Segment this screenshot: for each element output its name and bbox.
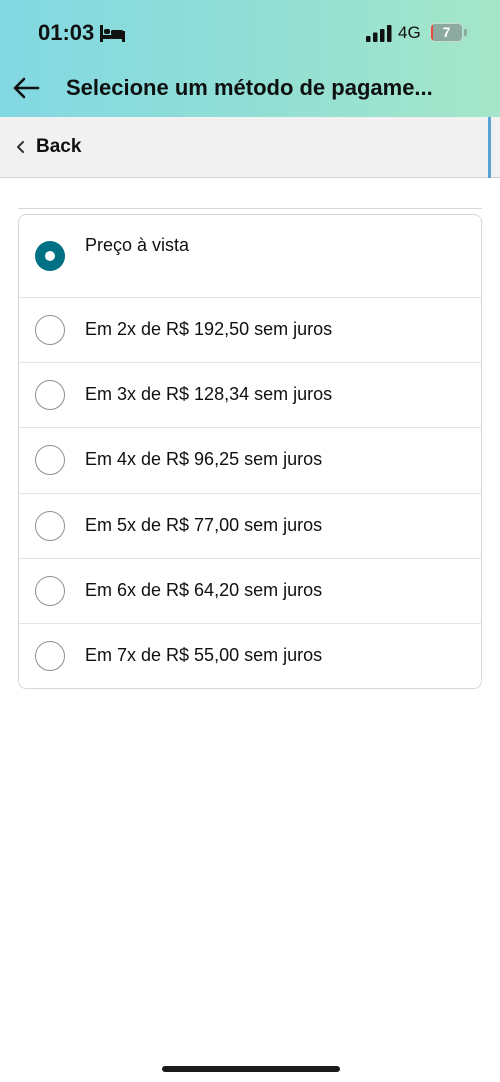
payment-option-6x[interactable]: Em 6x de R$ 64,20 sem juros <box>19 559 481 624</box>
network-type: 4G <box>398 23 421 42</box>
status-time: 01:03 <box>38 20 95 45</box>
bed-icon <box>100 25 125 42</box>
option-label: Preço à vista <box>85 235 190 255</box>
battery-percent: 7 <box>442 24 451 40</box>
arrow-left-icon[interactable] <box>12 74 40 102</box>
home-indicator[interactable] <box>162 1066 340 1072</box>
option-label: Em 4x de R$ 96,25 sem juros <box>85 449 323 469</box>
status-bar: 01:03 4G 7 <box>0 0 500 66</box>
option-label: Em 6x de R$ 64,20 sem juros <box>85 580 323 600</box>
back-button[interactable]: Back <box>36 136 81 158</box>
chevron-left-icon <box>17 141 24 153</box>
option-label: Em 7x de R$ 55,00 sem juros <box>85 645 323 665</box>
battery-tip <box>464 29 467 36</box>
option-label: Em 5x de R$ 77,00 sem juros <box>85 515 323 535</box>
payment-options-card: Preço à vista Em 2x de R$ 192,50 sem jur… <box>18 214 482 689</box>
radio-button[interactable] <box>35 576 65 606</box>
payment-option-4x[interactable]: Em 4x de R$ 96,25 sem juros <box>19 428 481 494</box>
radio-button[interactable] <box>35 315 65 345</box>
payment-option-3x[interactable]: Em 3x de R$ 128,34 sem juros <box>19 363 481 428</box>
payment-option-a-vista[interactable]: Preço à vista <box>19 215 481 298</box>
page-title: Selecione um método de pagame... <box>66 75 433 100</box>
radio-button[interactable] <box>35 641 65 671</box>
cellular-signal-icon <box>366 25 392 42</box>
payment-option-2x[interactable]: Em 2x de R$ 192,50 sem juros <box>19 298 481 363</box>
radio-button-selected[interactable] <box>35 241 65 271</box>
radio-button[interactable] <box>35 511 65 541</box>
back-navigation-bar[interactable]: Back <box>0 117 500 178</box>
payment-option-5x[interactable]: Em 5x de R$ 77,00 sem juros <box>19 494 481 559</box>
radio-button[interactable] <box>35 380 65 410</box>
section-divider <box>18 208 482 209</box>
page-header: Selecione um método de pagame... <box>0 66 500 117</box>
radio-button[interactable] <box>35 445 65 475</box>
payment-option-7x[interactable]: Em 7x de R$ 55,00 sem juros <box>19 624 481 688</box>
battery-indicator: 7 <box>430 23 463 42</box>
option-label: Em 3x de R$ 128,34 sem juros <box>85 384 333 404</box>
scroll-indicator <box>488 117 491 178</box>
option-label: Em 2x de R$ 192,50 sem juros <box>85 319 333 339</box>
